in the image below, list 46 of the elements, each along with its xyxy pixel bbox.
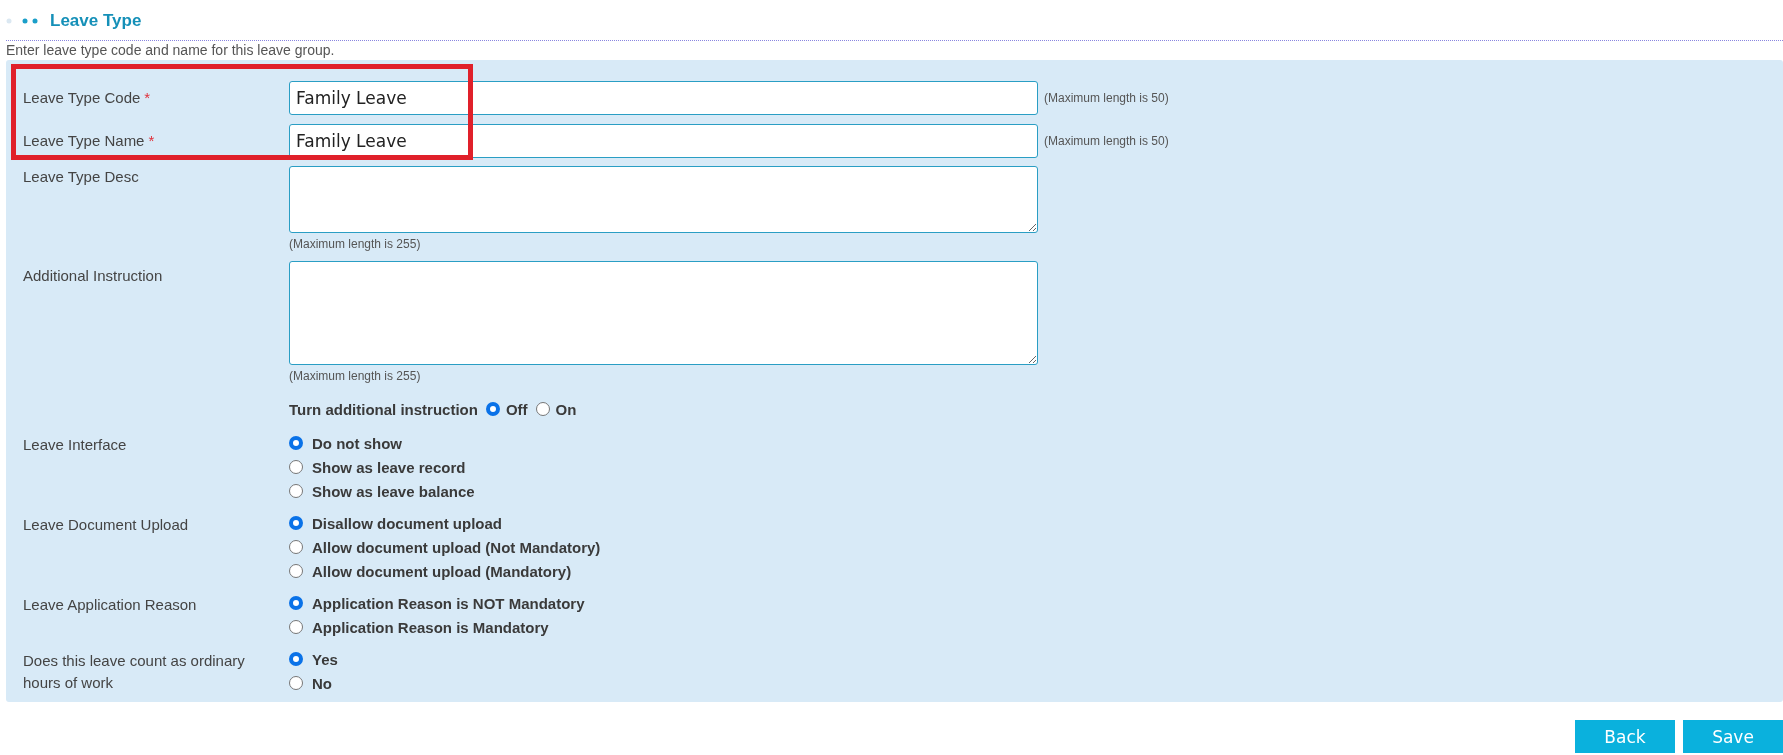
radio-label: No [312,674,332,692]
toggle-label: Turn additional instruction [289,400,478,418]
hint-text: (Maximum length is 255) [289,369,422,383]
radio-label: Yes [312,650,338,668]
text-area[interactable] [289,261,1038,365]
radio-button[interactable] [289,676,303,690]
radio-label: Allow document upload (Not Mandatory) [312,538,601,556]
input-field[interactable]: Family Leave [289,80,1038,115]
radio-label: Show as leave record [312,458,466,476]
hint-text: (Maximum length is 50) [1044,133,1169,148]
field-label: Leave Type Name [23,132,145,149]
input-field[interactable]: Family Leave [289,123,1038,158]
radio-label: Application Reason is NOT Mandatory [312,594,585,612]
field-label: Additional Instruction [23,267,163,284]
field-label: Does this leave count as ordinary hours of work [23,651,246,693]
radio-button[interactable] [289,436,303,450]
radio-button[interactable] [289,540,303,554]
required-mark: * [148,132,155,149]
section-title: Leave Type [50,11,142,31]
field-label: Leave Interface [23,435,128,455]
radio-button[interactable] [289,484,303,498]
field-label: Leave Application Reason [23,595,198,615]
hint-text: (Maximum length is 50) [1044,90,1169,105]
radio-label: Off [505,400,528,418]
radio-label: Disallow document upload [312,514,502,532]
required-mark: * [144,89,151,106]
radio-label: Do not show [312,434,402,452]
radio-button[interactable] [289,596,303,610]
field-label: Leave Type Code [23,89,141,106]
field-label: Leave Type Desc [23,168,139,185]
radio-label: On [555,400,577,418]
radio-button[interactable] [485,402,500,416]
radio-label: Allow document upload (Mandatory) [312,562,572,580]
field-label: Leave Document Upload [23,515,190,535]
radio-button[interactable] [289,620,303,634]
text-area[interactable] [289,166,1038,233]
intro-text: Enter leave type code and name for this leave group. [6,40,1783,58]
radio-button[interactable] [289,652,303,666]
radio-label: Application Reason is Mandatory [312,618,549,636]
radio-button[interactable] [289,460,303,474]
dots-icon [6,17,38,25]
radio-button[interactable] [289,516,303,530]
radio-label: Show as leave balance [312,482,475,500]
radio-button[interactable] [289,564,303,578]
radio-button[interactable] [535,402,550,416]
hint-text: (Maximum length is 255) [289,237,422,251]
